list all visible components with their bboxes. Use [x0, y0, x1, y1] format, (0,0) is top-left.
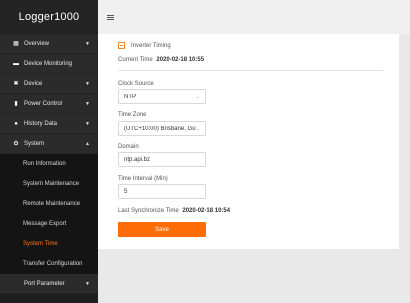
sidebar-item-overview[interactable]: ▦ Overview ▼ [0, 34, 98, 54]
sidebar-item-port-parameter[interactable]: Port Parameter ▼ [0, 274, 98, 294]
submenu-item-transfer-configuration[interactable]: Transfer Configuration [0, 254, 98, 274]
system-submenu: Run Information System Maintenance Remot… [0, 154, 98, 274]
domain-label: Domain [118, 144, 139, 150]
submenu-item-remote-maintenance[interactable]: Remote Maintenance [0, 194, 98, 214]
power-icon: ▮ [14, 101, 18, 107]
time-interval-label: Time Interval (Min) [118, 176, 168, 182]
app-title: Logger1000 [0, 0, 98, 34]
sidebar-item-label: System [24, 140, 45, 147]
caret-down-icon: ▼ [85, 80, 90, 87]
clock-source-label: Clock Source [118, 81, 154, 87]
current-time-value: 2020-02-18 10:55 [156, 57, 205, 63]
sidebar-item-label: Power Control [24, 100, 63, 107]
sidebar-item-history-data[interactable]: ● History Data ▼ [0, 114, 98, 134]
main-area: Inverter Timing Current Time 2020-02-18 … [98, 34, 410, 303]
caret-down-icon: ▼ [85, 280, 90, 287]
inverter-timing-label: Inverter Timing [131, 42, 171, 49]
grid-icon: ▦ [13, 41, 19, 47]
clock-source-value: NTP [124, 93, 136, 100]
chevron-down-icon: ⌄ [195, 125, 200, 132]
sidebar-item-power-control[interactable]: ▮ Power Control ▼ [0, 94, 98, 114]
last-sync-row: Last Synchronize Time 2020-02-18 10:54 [118, 208, 230, 214]
current-time-row: Current Time 2020-02-18 10:55 [118, 57, 204, 63]
sidebar-item-label: Device Monitoring [24, 60, 73, 67]
time-zone-value: (UTC+10:00) Brisbane, Gu [124, 125, 196, 132]
caret-down-icon: ▼ [85, 40, 90, 47]
caret-down-icon: ▼ [85, 100, 90, 107]
sidebar-item-device-monitoring[interactable]: ▬ Device Monitoring [0, 54, 98, 74]
divider [118, 70, 383, 71]
gear-icon: ✿ [13, 141, 19, 147]
clock-icon: ● [14, 120, 18, 127]
caret-up-icon: ▲ [85, 140, 90, 147]
sidebar-item-device[interactable]: ✖ Device ▼ [0, 74, 98, 94]
submenu-item-system-time[interactable]: System Time [0, 234, 98, 254]
sidebar-item-system[interactable]: ✿ System ▲ [0, 134, 98, 154]
submenu-item-system-maintenance[interactable]: System Maintenance [0, 174, 98, 194]
last-sync-value: 2020-02-18 10:54 [182, 208, 231, 214]
sidebar-item-label: Device [24, 80, 43, 87]
inverter-timing-row: Inverter Timing [118, 42, 171, 49]
save-button[interactable]: Save [118, 222, 206, 237]
time-zone-label: Time Zone [118, 112, 147, 118]
time-interval-input[interactable]: 5 [118, 184, 206, 199]
time-zone-select[interactable]: (UTC+10:00) Brisbane, Gu ⌄ [118, 121, 206, 136]
time-interval-value: 5 [124, 188, 128, 195]
tools-icon: ✖ [13, 81, 19, 87]
submenu-item-message-export[interactable]: Message Export [0, 214, 98, 234]
monitor-icon: ▬ [13, 60, 19, 67]
system-time-panel: Inverter Timing Current Time 2020-02-18 … [98, 34, 399, 249]
sidebar-item-label: Overview [24, 40, 50, 47]
last-sync-label: Last Synchronize Time [118, 208, 179, 214]
current-time-label: Current Time [118, 57, 153, 63]
chevron-down-icon: ⌄ [195, 93, 200, 100]
submenu-item-run-information[interactable]: Run Information [0, 154, 98, 174]
sidebar-item-label: Port Parameter [24, 280, 65, 287]
domain-input[interactable]: ntp.api.bz [118, 152, 206, 167]
top-bar [98, 0, 410, 34]
sidebar-item-label: History Data [24, 120, 58, 127]
sidebar: Logger1000 ▦ Overview ▼ ▬ Device Monitor… [0, 0, 98, 303]
clock-source-select[interactable]: NTP ⌄ [118, 89, 206, 104]
caret-down-icon: ▼ [85, 120, 90, 127]
menu-toggle-icon[interactable] [107, 14, 114, 20]
inverter-timing-checkbox[interactable] [118, 42, 125, 49]
domain-value: ntp.api.bz [124, 156, 151, 163]
